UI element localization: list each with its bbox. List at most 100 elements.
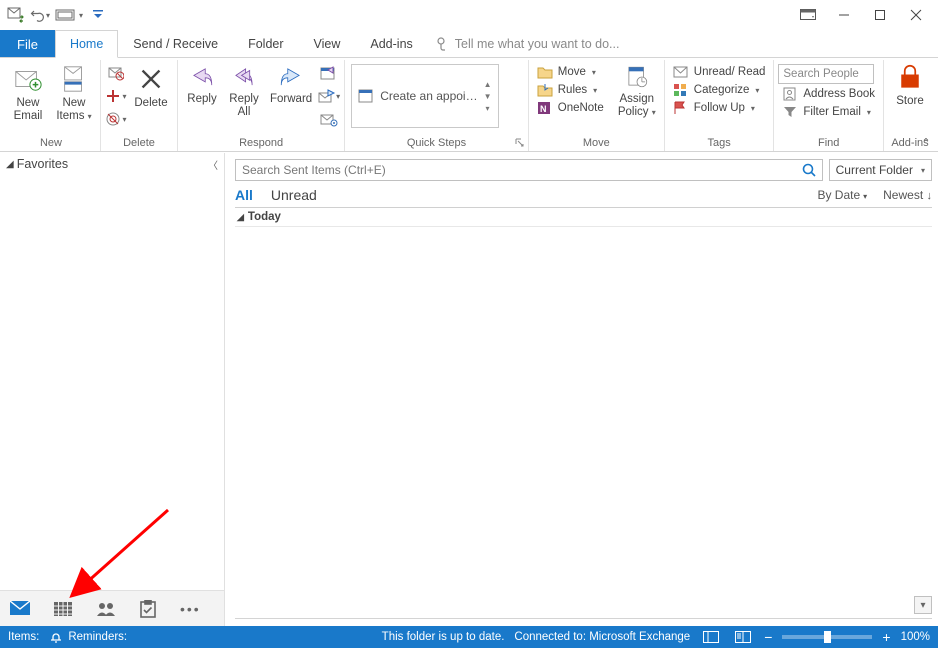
search-people-input[interactable]: Search People [778, 64, 874, 84]
quicksteps-more-icon[interactable]: ▾ [486, 104, 490, 113]
calendar-nav-icon[interactable] [54, 601, 72, 617]
assign-policy-button[interactable]: Assign Policy ▾ [614, 62, 660, 121]
group-delete: ▾ ▾ Delete Delete [101, 60, 178, 151]
tab-folder[interactable]: Folder [233, 30, 298, 57]
delete-x-icon [136, 64, 166, 94]
rules-button[interactable]: Rules▾ [533, 82, 608, 98]
collapse-ribbon-icon[interactable]: ⌃ [918, 136, 934, 149]
categorize-button[interactable]: Categorize▾ [669, 82, 770, 98]
window-maximize-icon[interactable] [862, 1, 898, 29]
forward-button[interactable]: Forward [266, 62, 316, 108]
followup-button[interactable]: Follow Up▾ [669, 100, 770, 116]
policy-icon [624, 64, 650, 90]
ribbon-display-options-icon[interactable] [790, 1, 826, 29]
group-quicksteps: Create an appoi… ▲ ▼ ▾ Quick Steps [345, 60, 529, 151]
cleanup-button[interactable]: ▾ [105, 85, 127, 107]
qat-customize-icon[interactable] [86, 3, 110, 27]
meeting-reply-button[interactable] [318, 62, 340, 84]
quicksteps-down-icon[interactable]: ▼ [484, 92, 492, 101]
view-reading-icon[interactable] [732, 629, 754, 645]
quicksteps-up-icon[interactable]: ▲ [484, 80, 492, 89]
new-items-button[interactable]: New Items ▾ [52, 62, 96, 125]
qat-touchmode-icon[interactable] [52, 3, 86, 27]
filter-unread[interactable]: Unread [271, 187, 317, 203]
flag-icon [673, 101, 689, 115]
funnel-icon [782, 105, 798, 119]
scroll-down-icon[interactable]: ▾ [914, 596, 932, 614]
favorites-header[interactable]: ◢Favorites [6, 157, 218, 171]
ignore-button[interactable] [105, 62, 127, 84]
mail-icon [13, 64, 43, 94]
new-email-button[interactable]: New Email [6, 62, 50, 125]
tab-sendreceive[interactable]: Send / Receive [118, 30, 233, 57]
folder-move-icon [537, 65, 553, 79]
sort-by-dropdown[interactable]: By Date▾ [817, 188, 867, 202]
qat-undo-icon[interactable] [28, 3, 52, 27]
tab-addins[interactable]: Add-ins [355, 30, 427, 57]
quicksteps-dialog-icon[interactable] [515, 138, 525, 148]
forward-attach-button[interactable]: ▾ [318, 85, 340, 107]
group-tags: Unread/ Read Categorize▾ Follow Up▾ Tags [665, 60, 775, 151]
status-items[interactable]: Items: [8, 631, 39, 643]
ribbon: New Email New Items ▾ New ▾ ▾ Delete Del… [0, 58, 938, 152]
title-bar [0, 0, 938, 30]
new-items-icon [59, 64, 89, 94]
filter-email-button[interactable]: Filter Email▾ [778, 104, 879, 120]
forward-arrow-icon [278, 64, 304, 90]
store-button[interactable]: Store [888, 62, 932, 110]
onenote-icon: N [537, 101, 553, 115]
quickstep-item[interactable]: Create an appoi… ▲ ▼ ▾ [351, 64, 498, 128]
junk-button[interactable]: ▾ [105, 108, 127, 130]
onenote-button[interactable]: NOneNote [533, 100, 608, 116]
search-icon[interactable] [802, 163, 816, 177]
filter-all[interactable]: All [235, 187, 253, 203]
group-respond: Reply Reply All Forward ▾ Respond [178, 60, 345, 151]
reply-button[interactable]: Reply [182, 62, 222, 108]
content-pane: Search Sent Items (Ctrl+E) Current Folde… [225, 153, 938, 626]
group-move: Move▾ Rules▾ NOneNote Assign Policy ▾ Mo… [529, 60, 665, 151]
more-respond-button[interactable] [318, 108, 340, 130]
view-normal-icon[interactable] [700, 629, 722, 645]
rules-icon [537, 83, 553, 97]
move-button[interactable]: Move▾ [533, 64, 608, 80]
search-scope-dropdown[interactable]: Current Folder▾ [829, 159, 932, 181]
date-group-header[interactable]: ◢Today [235, 207, 932, 227]
tell-me-search[interactable]: Tell me what you want to do... [428, 30, 627, 57]
zoom-out-button[interactable]: − [764, 629, 772, 645]
tab-home[interactable]: Home [55, 30, 118, 58]
mail-nav-icon[interactable] [10, 601, 30, 617]
message-list: ▾ [235, 227, 932, 614]
status-connection: Connected to: Microsoft Exchange [514, 631, 690, 643]
store-icon [896, 64, 924, 92]
qat-sendreceive-icon[interactable] [4, 3, 28, 27]
collapse-navpane-icon[interactable]: 〈 [208, 157, 218, 172]
zoom-in-button[interactable]: + [882, 629, 890, 645]
status-folder: This folder is up to date. [382, 631, 505, 643]
people-nav-icon[interactable] [96, 601, 116, 617]
search-input[interactable]: Search Sent Items (Ctrl+E) [235, 159, 823, 181]
zoom-slider[interactable] [782, 635, 872, 639]
tab-file[interactable]: File [0, 30, 55, 57]
navigation-bar: ••• [0, 590, 224, 626]
envelope-icon [673, 65, 689, 79]
reply-all-button[interactable]: Reply All [224, 62, 264, 121]
ribbon-tabs: File Home Send / Receive Folder View Add… [0, 30, 938, 58]
status-bar: Items: Reminders: This folder is up to d… [0, 626, 938, 648]
group-new: New Email New Items ▾ New [2, 60, 101, 151]
status-reminders[interactable]: Reminders: [49, 631, 127, 643]
sort-direction-dropdown[interactable]: Newest ↓ [883, 188, 932, 202]
delete-button[interactable]: Delete [129, 62, 173, 112]
reading-pane-divider[interactable] [235, 618, 932, 626]
tab-view[interactable]: View [299, 30, 356, 57]
zoom-level[interactable]: 100% [901, 631, 930, 643]
window-close-icon[interactable] [898, 1, 934, 29]
group-find: Search People Address Book Filter Email▾… [774, 60, 884, 151]
more-nav-icon[interactable]: ••• [180, 601, 201, 617]
tasks-nav-icon[interactable] [140, 600, 156, 618]
reply-arrow-icon [189, 64, 215, 90]
address-book-button[interactable]: Address Book [778, 86, 879, 102]
unread-read-button[interactable]: Unread/ Read [669, 64, 770, 80]
navigation-pane: ◢Favorites 〈 ••• [0, 153, 225, 626]
window-minimize-icon[interactable] [826, 1, 862, 29]
categories-icon [673, 83, 689, 97]
